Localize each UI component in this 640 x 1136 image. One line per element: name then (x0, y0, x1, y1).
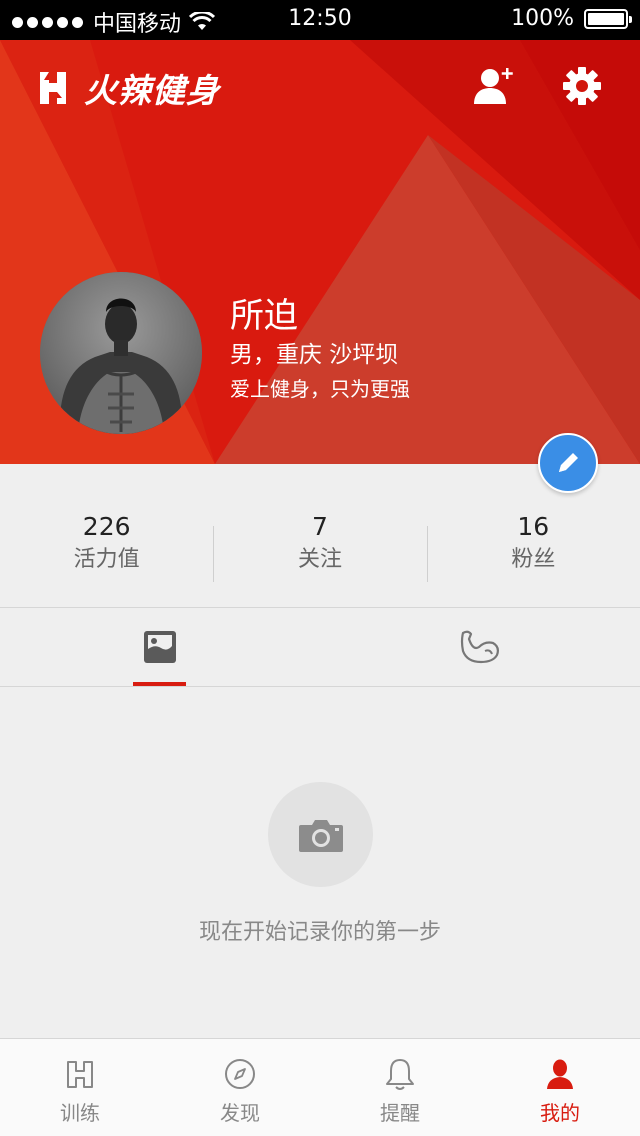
photo-icon (144, 631, 176, 663)
bell-icon (386, 1059, 414, 1090)
muscle-arm-icon (460, 630, 499, 664)
empty-state: 现在开始记录你的第一步 (0, 688, 640, 1038)
battery-icon (584, 8, 632, 29)
avatar[interactable] (40, 272, 202, 434)
stat-value: 7 (312, 511, 328, 541)
gender-location: 男，重庆 沙坪坝 (230, 342, 399, 368)
stat-following[interactable]: 7 关注 (213, 464, 426, 607)
bio: 爱上健身，只为更强 (230, 377, 410, 401)
status-right: 100% (511, 6, 632, 31)
stat-vitality[interactable]: 226 活力值 (0, 464, 213, 607)
username: 所迫 (230, 296, 298, 336)
person-icon (547, 1059, 573, 1089)
stat-value: 16 (517, 511, 550, 541)
stat-followers[interactable]: 16 粉丝 (426, 464, 640, 607)
bottom-nav: 训练 发现 提醒 我的 (0, 1038, 640, 1136)
stat-label: 活力值 (73, 546, 140, 572)
pencil-icon (559, 453, 578, 472)
camera-icon (298, 819, 343, 852)
stat-label: 关注 (297, 546, 342, 572)
nav-reminders[interactable]: 提醒 (320, 1039, 480, 1136)
settings-button[interactable] (558, 62, 606, 110)
training-logo-icon (67, 1061, 93, 1088)
battery-fill (588, 12, 624, 25)
add-friend-button[interactable] (470, 62, 518, 110)
nav-label: 我的 (540, 1101, 580, 1125)
gear-icon (563, 67, 601, 105)
app-title: 火辣健身 (84, 71, 220, 110)
nav-me[interactable]: 我的 (480, 1039, 640, 1136)
stat-label: 粉丝 (511, 546, 556, 572)
compass-icon (225, 1059, 255, 1089)
edit-profile-button[interactable] (538, 433, 598, 493)
tab-training[interactable] (320, 608, 640, 686)
battery-percent: 100% (511, 6, 574, 31)
add-user-icon (474, 68, 513, 104)
brand-logo-icon (40, 72, 66, 104)
profile-info: 所迫 男，重庆 沙坪坝 爱上健身，只为更强 (230, 294, 410, 406)
nav-label: 发现 (220, 1101, 260, 1125)
nav-discover[interactable]: 发现 (160, 1039, 320, 1136)
avatar-image (40, 272, 202, 434)
app-logo: 火辣健身 (38, 64, 220, 112)
nav-label: 训练 (60, 1101, 100, 1125)
tab-photos[interactable] (0, 608, 320, 686)
nav-training[interactable]: 训练 (0, 1039, 160, 1136)
nav-label: 提醒 (380, 1101, 420, 1125)
empty-message: 现在开始记录你的第一步 (198, 920, 441, 945)
profile-header: 火辣健身 所迫 男，重庆 沙坪坝 爱上健身，只为更强 (0, 40, 640, 464)
content-tabs (0, 608, 640, 687)
add-photo-button[interactable] (268, 782, 373, 887)
stats-row: 226 活力值 7 关注 16 粉丝 (0, 464, 640, 608)
stat-value: 226 (82, 511, 131, 541)
status-bar: 中国移动 12:50 100% (0, 0, 640, 40)
